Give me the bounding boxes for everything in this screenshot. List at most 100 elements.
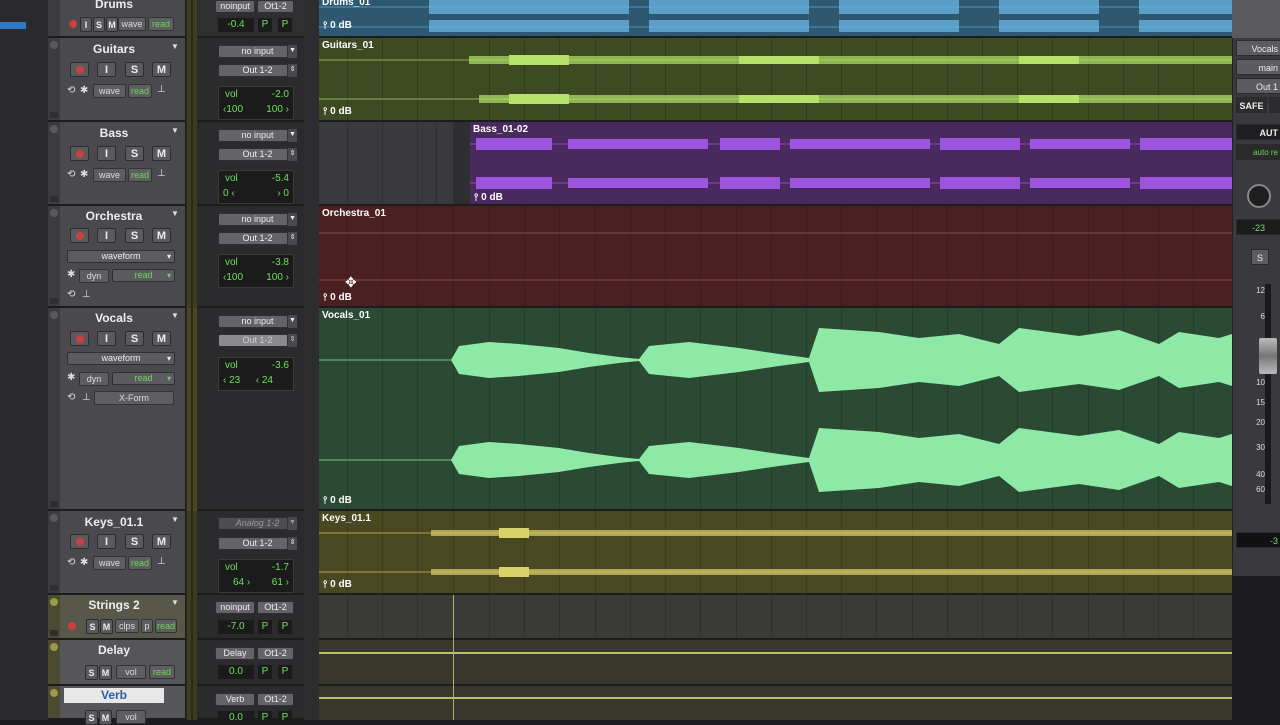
automation-mode[interactable]: read [149, 665, 175, 679]
track-name[interactable]: Guitars [64, 42, 164, 56]
clip-gain[interactable]: ⫯ 0 dB [323, 495, 352, 506]
solo-button[interactable]: S [93, 17, 105, 32]
clip-gain[interactable]: ⫯ 0 dB [323, 20, 352, 31]
input-selector[interactable]: Analog 1-2 ▼ [218, 517, 297, 530]
input-monitor-button[interactable]: I [97, 146, 116, 161]
elastic-audio-icon[interactable]: ⟲ [67, 392, 75, 403]
track-menu-icon[interactable]: ▼ [171, 42, 179, 51]
pan-left[interactable]: P [258, 620, 272, 634]
track-name[interactable]: Vocals [64, 311, 164, 325]
track-header-bass[interactable]: Bass ▼ I S M ⟲ ✱ wave read ⊥ [48, 122, 185, 206]
track-header-strings[interactable]: Strings 2 ▼ S M clps p read [48, 595, 185, 640]
resize-handle[interactable] [50, 630, 58, 636]
output-selector[interactable]: Ot1-2 [257, 0, 294, 13]
volume-pan-display[interactable]: vol -3.6 ‹ 23 ‹ 24 [218, 357, 294, 391]
mute-button[interactable]: M [100, 619, 113, 634]
track-menu-icon[interactable]: ▼ [171, 515, 179, 524]
input-monitor-button[interactable]: I [97, 228, 116, 243]
automation-mode[interactable]: read [128, 556, 152, 570]
automation-mode-selector[interactable]: auto re [1236, 144, 1280, 160]
mute-button[interactable]: M [152, 534, 171, 549]
playlist-lane-drums[interactable]: Drums_01 ⫯ 0 dB [319, 0, 1232, 38]
volume-value[interactable]: -3.6 [272, 360, 289, 371]
pan-right-value[interactable]: 100 › [266, 104, 289, 115]
pan-value[interactable]: -23 [1236, 219, 1280, 235]
mute-button[interactable]: M [152, 62, 171, 77]
track-color-button[interactable] [50, 689, 58, 697]
pan-right-value[interactable]: 100 › [266, 272, 289, 283]
pan-right-value[interactable]: ‹ 24 [256, 375, 273, 386]
track-header-guitars[interactable]: Guitars ▼ I S M ⟲ ✱ wave read ⊥ [48, 38, 185, 122]
inspector-solo-button[interactable]: S [1251, 249, 1269, 265]
track-name[interactable]: Drums [64, 0, 164, 11]
pan-right[interactable]: P [278, 18, 292, 32]
volume-value[interactable]: 0.0 [218, 665, 254, 679]
mute-button[interactable]: M [152, 228, 171, 243]
volume-value[interactable]: 0.0 [218, 711, 254, 725]
resize-handle[interactable] [50, 585, 58, 591]
pan-knob[interactable] [1247, 184, 1271, 208]
input-selector[interactable]: no input ▼ [218, 129, 297, 142]
pan-left-value[interactable]: ‹100 [223, 272, 243, 283]
track-color-button[interactable] [50, 643, 58, 651]
view-selector[interactable]: wave [93, 168, 126, 182]
input-selector[interactable]: Delay [215, 647, 255, 660]
playlist-lane-verb[interactable] [319, 686, 1232, 720]
solo-button[interactable]: S [125, 228, 144, 243]
track-name[interactable]: Verb [64, 688, 164, 703]
track-color-button[interactable] [50, 125, 58, 133]
volume-automation-line[interactable] [319, 652, 1232, 654]
volume-value[interactable]: -7.0 [218, 620, 254, 634]
timebase-icon[interactable]: ⊥ [157, 84, 166, 95]
track-header-delay[interactable]: Delay S M vol read [48, 640, 185, 686]
clip-gain[interactable]: ⫯ 0 dB [323, 106, 352, 117]
safe-button[interactable]: SAFE [1236, 97, 1267, 113]
output-selector[interactable]: Out 1-2 ⇕ [218, 232, 297, 245]
safe-extra-button[interactable] [1269, 97, 1280, 113]
view-selector[interactable]: wave [93, 84, 126, 98]
view-selector[interactable]: wave [93, 556, 126, 570]
input-monitor-button[interactable]: I [97, 331, 116, 346]
track-menu-icon[interactable]: ▼ [171, 209, 179, 218]
output-selector[interactable]: Out 1-2 ⇕ [218, 334, 297, 347]
track-name[interactable]: Orchestra [64, 209, 164, 223]
volume-pan-display[interactable]: vol -5.4 0 ‹ › 0 [218, 170, 294, 204]
clip-bass[interactable]: Bass_01-02 ⫯ 0 dB [470, 122, 1232, 204]
pan-right[interactable]: P [278, 665, 292, 679]
record-button[interactable] [70, 62, 89, 77]
elastic-audio-icon[interactable]: ⟲ [67, 169, 75, 180]
resize-handle[interactable] [50, 112, 58, 118]
clip-gain[interactable]: ⫯ 0 dB [474, 192, 503, 203]
mute-button[interactable]: M [99, 665, 112, 680]
plugin-icon[interactable]: ✱ [80, 85, 88, 96]
output-selector[interactable]: Out 1-2 ⇕ [218, 537, 297, 550]
view-selector[interactable]: clps [115, 619, 139, 633]
pan-left[interactable]: P [258, 665, 272, 679]
volume-value[interactable]: -2.0 [272, 89, 289, 100]
pan-left[interactable]: P [258, 18, 272, 32]
input-selector[interactable]: noinput [215, 601, 255, 614]
view-selector[interactable]: waveform [67, 352, 175, 365]
input-selector[interactable]: no input ▼ [218, 45, 297, 58]
dyn-button[interactable]: dyn [79, 372, 109, 386]
track-name[interactable]: Bass [64, 126, 164, 140]
output-selector[interactable]: Out 1-2 ⇕ [218, 64, 297, 77]
plugin-icon[interactable]: ✱ [80, 557, 88, 568]
automation-mode[interactable]: read [128, 84, 152, 98]
input-selector[interactable]: noinput [215, 0, 255, 13]
playlist-lane-guitars[interactable]: Guitars_01 ⫯ 0 dB [319, 38, 1232, 122]
volume-automation-line[interactable] [319, 697, 1232, 699]
plugin-icon[interactable]: ✱ [80, 169, 88, 180]
input-monitor-button[interactable]: I [97, 534, 116, 549]
clip-gain[interactable]: ⫯ 0 dB [323, 292, 352, 303]
timebase-icon[interactable]: ⊥ [82, 392, 91, 403]
inspector-track-name[interactable]: Vocals [1236, 40, 1280, 56]
elastic-audio-icon[interactable]: ⟲ [67, 289, 75, 300]
automation-mode[interactable]: read [128, 168, 152, 182]
record-button[interactable] [70, 331, 89, 346]
timebase-icon[interactable]: ⊥ [157, 556, 166, 567]
input-monitor-button[interactable]: I [97, 62, 116, 77]
input-selector[interactable]: no input ▼ [218, 315, 297, 328]
playlist-lane-bass[interactable]: Bass_01-02 ⫯ 0 dB [319, 122, 1232, 206]
pan-left[interactable]: P [258, 711, 272, 725]
